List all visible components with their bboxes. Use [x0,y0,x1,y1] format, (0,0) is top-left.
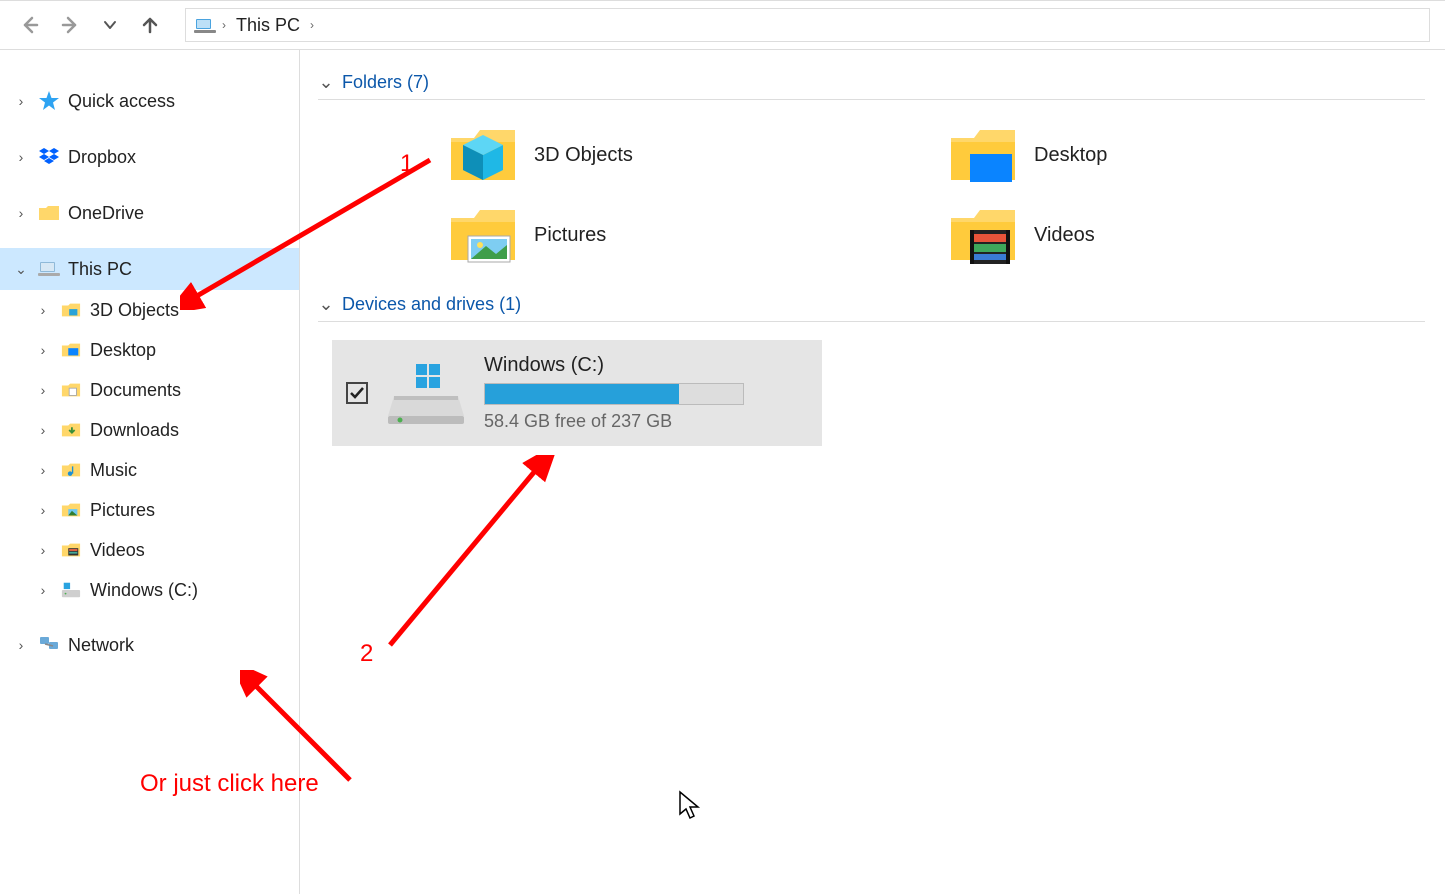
star-icon [38,90,60,112]
folder-icon [38,202,60,224]
pc-icon [38,258,60,280]
tree-music[interactable]: › Music [34,450,299,490]
chevron-right-icon[interactable]: › [222,18,226,32]
folder-label: Desktop [1034,144,1107,167]
address-bar[interactable]: › This PC › [185,8,1430,42]
chevron-down-icon[interactable]: ⌄ [12,261,30,278]
chevron-right-icon[interactable]: › [34,342,52,358]
chevron-right-icon[interactable]: › [34,462,52,478]
back-button[interactable] [15,10,45,40]
folder-icon [448,120,518,190]
section-folders[interactable]: ⌄ Folders (7) [318,68,1425,100]
folder-label: Videos [1034,224,1095,247]
drive-windows-c[interactable]: Windows (C:) 58.4 GB free of 237 GB [332,340,822,446]
chevron-right-icon[interactable]: › [34,302,52,318]
chevron-right-icon[interactable]: › [34,582,52,598]
folder-icon [60,339,82,361]
chevron-right-icon[interactable]: › [34,542,52,558]
tree-label: OneDrive [68,203,144,224]
folder-icon [60,379,82,401]
chevron-down-icon[interactable]: ⌄ [318,294,334,315]
folder-icon [60,419,82,441]
section-label: Devices and drives (1) [342,294,521,315]
tree-documents[interactable]: › Documents [34,370,299,410]
section-drives[interactable]: ⌄ Devices and drives (1) [318,290,1425,322]
folder-desktop[interactable]: Desktop [948,120,1438,190]
folder-icon [60,499,82,521]
tree-label: 3D Objects [90,300,179,321]
drive-details: Windows (C:) 58.4 GB free of 237 GB [484,354,808,432]
tree-label: Documents [90,380,181,401]
chevron-right-icon[interactable]: › [34,422,52,438]
breadcrumb-this-pc[interactable]: This PC [232,13,304,38]
annotation-label-1: 1 [400,150,413,178]
tree-onedrive[interactable]: › OneDrive [0,192,299,234]
tree-quick-access[interactable]: › Quick access [0,80,299,122]
folder-icon [60,539,82,561]
network-icon [38,634,60,656]
folder-label: Pictures [534,224,606,247]
annotation-hint: Or just click here [140,770,390,798]
tree-label: Music [90,460,137,481]
recent-dropdown[interactable] [95,10,125,40]
tree-label: This PC [68,259,132,280]
drive-icon [386,358,466,428]
tree-this-pc-children: › 3D Objects › Desktop › Documents › Dow… [0,290,299,610]
annotation-label-2: 2 [360,640,373,668]
tree-label: Pictures [90,500,155,521]
navigation-tree: › Quick access › Dropbox › OneDrive ⌄ [0,50,300,894]
toolbar: › This PC › [0,0,1445,50]
tree-downloads[interactable]: › Downloads [34,410,299,450]
tree-label: Downloads [90,420,179,441]
drive-icon [60,579,82,601]
folder-label: 3D Objects [534,144,633,167]
drive-usage-bar [484,383,744,405]
content-pane: ⌄ Folders (7) 3D Objects Desktop [300,50,1445,894]
drive-name: Windows (C:) [484,354,808,377]
chevron-right-icon[interactable]: › [34,502,52,518]
chevron-right-icon[interactable]: › [12,149,30,165]
tree-this-pc[interactable]: ⌄ This PC [0,248,299,290]
tree-label: Dropbox [68,147,136,168]
cursor-icon [678,790,702,820]
forward-button[interactable] [55,10,85,40]
chevron-right-icon[interactable]: › [34,382,52,398]
folder-icon [60,299,82,321]
tree-videos[interactable]: › Videos [34,530,299,570]
tree-pictures[interactable]: › Pictures [34,490,299,530]
tree-label: Network [68,635,134,656]
tree-label: Quick access [68,91,175,112]
tree-network[interactable]: › Network [0,624,299,666]
dropbox-icon [38,146,60,168]
breadcrumb-label: This PC [236,15,300,36]
tree-windows-c[interactable]: › Windows (C:) [34,570,299,610]
folder-pictures[interactable]: Pictures [448,200,938,270]
chevron-right-icon[interactable]: › [310,18,314,32]
folder-videos[interactable]: Videos [948,200,1438,270]
tree-dropbox[interactable]: › Dropbox [0,136,299,178]
tree-label: Windows (C:) [90,580,198,601]
annotation-arrow-2 [380,455,560,655]
folder-icon [60,459,82,481]
tree-label: Videos [90,540,145,561]
folder-icon [448,200,518,270]
up-button[interactable] [135,10,165,40]
tree-3d-objects[interactable]: › 3D Objects [34,290,299,330]
folder-icon [948,200,1018,270]
folder-icon [948,120,1018,190]
drive-free-text: 58.4 GB free of 237 GB [484,411,808,432]
section-label: Folders (7) [342,72,429,93]
checkbox-checked-icon[interactable] [346,382,368,404]
folder-3d-objects[interactable]: 3D Objects [448,120,938,190]
tree-label: Desktop [90,340,156,361]
chevron-right-icon[interactable]: › [12,637,30,653]
tree-desktop[interactable]: › Desktop [34,330,299,370]
chevron-right-icon[interactable]: › [12,205,30,221]
folders-grid: 3D Objects Desktop Pictures [318,100,1445,290]
drive-usage-fill [485,384,679,404]
chevron-down-icon[interactable]: ⌄ [318,72,334,93]
chevron-right-icon[interactable]: › [12,93,30,109]
pc-icon [194,14,216,36]
